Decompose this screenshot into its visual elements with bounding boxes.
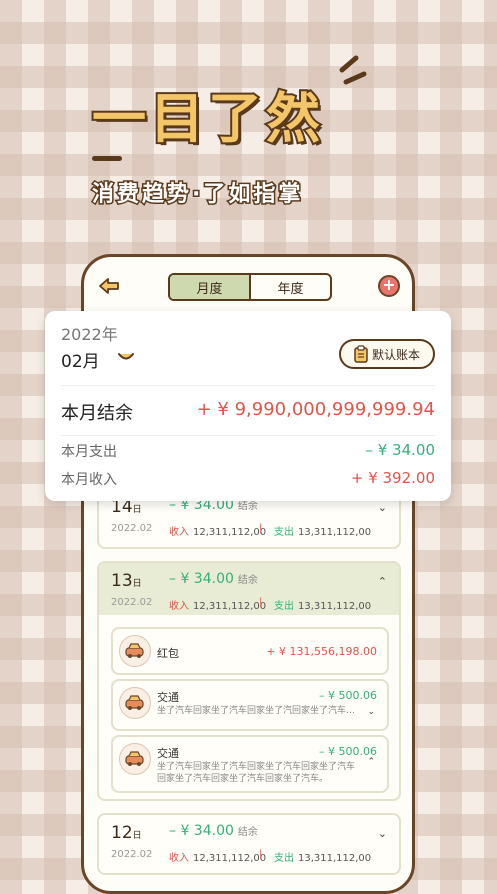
month-expense-value: – ¥ 34.00 — [365, 441, 435, 459]
day-card[interactable]: 12日 – ¥ 34.00 结余 2022.02 收入 12,311,112,00 … — [97, 813, 401, 875]
day-card-expanded: 13日 – ¥ 34.00 结余 2022.02 收入 12,311,112,00 … — [97, 561, 401, 801]
item-amount: + ¥ 131,556,198.00 — [266, 645, 377, 658]
income-label: 收入 — [169, 601, 189, 612]
item-note: 坐了汽车回家坐了汽车回家坐了汽回家坐了汽车… — [157, 706, 356, 716]
day-unit: 日 — [132, 579, 142, 589]
item-category: 交通 — [157, 691, 179, 704]
item-amount: – ¥ 500.06 — [319, 689, 377, 702]
net-balance-label: 本月结余 — [61, 403, 133, 424]
promo-headline: 一目了然 消费趋势·了如指掌 — [0, 0, 497, 250]
expense-value: 13,311,112,00 — [298, 601, 372, 612]
separator: | — [259, 597, 263, 608]
car-icon — [119, 635, 151, 667]
tab-year[interactable]: 年度 — [251, 275, 330, 299]
income-value: 12,311,112,00 — [193, 853, 267, 864]
day-date: 2022.02 — [111, 597, 153, 608]
chevron-up-icon[interactable]: ⌃ — [367, 757, 375, 767]
chevron-down-icon[interactable]: ⌄ — [378, 827, 387, 840]
expense-label: 支出 — [274, 853, 294, 864]
day-card-header[interactable]: 13日 – ¥ 34.00 结余 2022.02 收入 12,311,112,00 … — [99, 563, 399, 615]
tab-month[interactable]: 月度 — [170, 275, 251, 299]
promo-subtitle: 消费趋势·了如指掌 — [90, 181, 304, 209]
separator: | — [259, 849, 263, 860]
chevron-down-icon[interactable]: ⌄ — [367, 707, 375, 717]
headline-dash — [92, 156, 122, 161]
day-date: 2022.02 — [111, 523, 153, 534]
expense-value: 13,311,112,00 — [298, 527, 372, 538]
month-selector[interactable]: 02月 — [61, 347, 100, 372]
transaction-item[interactable]: 红包 + ¥ 131,556,198.00 — [111, 627, 389, 675]
day-number: 13 — [111, 571, 133, 591]
item-note: 坐了汽车回家坐了汽车回家坐了汽车回家坐了汽车回家坐了汽车回家坐了汽车回家坐了汽车… — [157, 762, 356, 784]
item-category: 红包 — [157, 647, 179, 660]
day-amount-tag: 结余 — [237, 827, 258, 838]
year-label: 2022年 — [61, 325, 118, 344]
item-category: 交通 — [157, 747, 179, 760]
income-value: 12,311,112,00 — [193, 601, 267, 612]
chevron-down-icon[interactable] — [117, 351, 135, 363]
month-expense-label: 本月支出 — [61, 444, 117, 460]
promo-title: 一目了然 — [90, 85, 324, 152]
period-segmented-control: 月度 年度 — [168, 273, 332, 301]
sparkle-icon — [339, 55, 367, 85]
divider — [61, 435, 435, 436]
income-label: 收入 — [169, 527, 189, 538]
day-number: 12 — [111, 823, 133, 843]
net-balance-value: + ¥ 9,990,000,999,999.94 — [196, 399, 435, 420]
expense-label: 支出 — [274, 527, 294, 538]
income-label: 收入 — [169, 853, 189, 864]
month-summary-card: 2022年 02月 默认账本 本月结余 + ¥ 9,990,000,999,99… — [45, 311, 451, 501]
day-amount: – ¥ 34.00 — [169, 571, 234, 587]
day-amount-tag: 结余 — [237, 575, 258, 586]
divider — [61, 385, 435, 386]
chevron-down-icon[interactable]: ⌄ — [378, 501, 387, 514]
day-unit: 日 — [132, 831, 142, 841]
account-book-label: 默认账本 — [371, 347, 420, 362]
account-book-button[interactable]: 默认账本 — [339, 339, 435, 369]
chevron-up-icon[interactable]: ⌃ — [378, 575, 387, 588]
month-income-value: + ¥ 392.00 — [350, 469, 435, 487]
day-unit: 日 — [132, 505, 142, 515]
car-icon — [119, 743, 151, 775]
separator: | — [259, 523, 263, 534]
clipboard-icon — [354, 345, 368, 363]
month-income-label: 本月收入 — [61, 472, 117, 488]
transaction-item-expanded[interactable]: 交通 – ¥ 500.06 坐了汽车回家坐了汽车回家坐了汽车回家坐了汽车回家坐了… — [111, 735, 389, 793]
day-amount: – ¥ 34.00 — [169, 823, 234, 839]
income-value: 12,311,112,00 — [193, 527, 267, 538]
day-date: 2022.02 — [111, 849, 153, 860]
expense-label: 支出 — [274, 601, 294, 612]
back-arrow-icon[interactable] — [98, 277, 120, 295]
add-icon[interactable]: + — [378, 275, 400, 297]
expense-value: 13,311,112,00 — [298, 853, 372, 864]
transaction-item[interactable]: 交通 – ¥ 500.06 坐了汽车回家坐了汽车回家坐了汽回家坐了汽车… ⌄ — [111, 679, 389, 731]
car-icon — [119, 687, 151, 719]
day-amount-tag: 结余 — [237, 501, 258, 512]
